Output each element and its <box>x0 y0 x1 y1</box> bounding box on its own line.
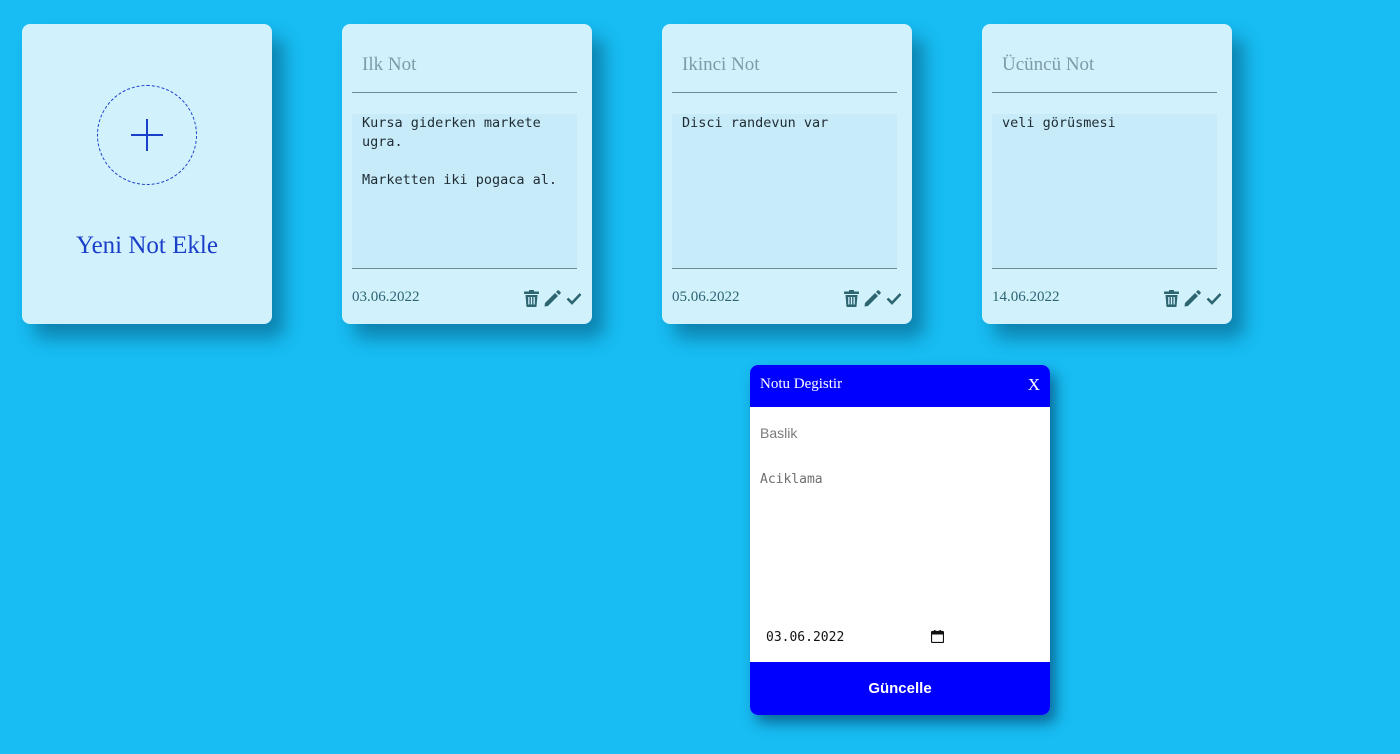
pencil-icon[interactable] <box>544 289 561 307</box>
note-body: Kursa giderken markete ugra. Marketten i… <box>352 114 577 268</box>
date-input[interactable]: 03.06.2022 <box>766 628 945 648</box>
note-date: 05.06.2022 <box>672 289 740 305</box>
trash-icon[interactable] <box>524 289 539 307</box>
update-button[interactable]: Güncelle <box>750 662 1050 715</box>
notes-app: Yeni Not Ekle Ilk Not Kursa giderken mar… <box>0 0 1400 754</box>
note-title: Ikinci Not <box>682 54 760 75</box>
add-note-card[interactable]: Yeni Not Ekle <box>22 24 272 324</box>
note-actions <box>1164 289 1222 307</box>
divider <box>992 92 1217 93</box>
edit-note-modal: Notu Degistir X 03.06.2022 Güncelle <box>750 365 1050 715</box>
note-card: Ilk Not Kursa giderken markete ugra. Mar… <box>342 24 592 324</box>
plus-icon[interactable] <box>97 85 197 185</box>
note-date: 03.06.2022 <box>352 289 420 305</box>
title-input[interactable] <box>760 425 1040 441</box>
trash-icon[interactable] <box>844 289 859 307</box>
note-card: Ücüncü Not veli görüsmesi 14.06.2022 <box>982 24 1232 324</box>
note-title: Ücüncü Not <box>1002 54 1095 75</box>
note-actions <box>524 289 582 307</box>
check-icon[interactable] <box>886 292 902 305</box>
modal-title: Notu Degistir <box>760 376 843 392</box>
divider <box>352 268 577 269</box>
note-title: Ilk Not <box>362 54 417 75</box>
description-textarea[interactable] <box>760 472 1040 612</box>
add-note-label: Yeni Not Ekle <box>76 232 218 259</box>
note-body: veli görüsmesi <box>992 114 1217 268</box>
note-date: 14.06.2022 <box>992 289 1060 305</box>
calendar-icon[interactable] <box>930 630 945 648</box>
date-value: 03.06.2022 <box>766 630 845 645</box>
divider <box>992 268 1217 269</box>
check-icon[interactable] <box>1206 292 1222 305</box>
trash-icon[interactable] <box>1164 289 1179 307</box>
pencil-icon[interactable] <box>864 289 881 307</box>
note-card: Ikinci Not Disci randevun var 05.06.2022 <box>662 24 912 324</box>
modal-header: Notu Degistir X <box>750 365 1050 407</box>
divider <box>352 92 577 93</box>
divider <box>672 92 897 93</box>
note-body: Disci randevun var <box>672 114 897 268</box>
note-actions <box>844 289 902 307</box>
close-button[interactable]: X <box>1028 375 1040 395</box>
pencil-icon[interactable] <box>1184 289 1201 307</box>
divider <box>672 268 897 269</box>
check-icon[interactable] <box>566 292 582 305</box>
